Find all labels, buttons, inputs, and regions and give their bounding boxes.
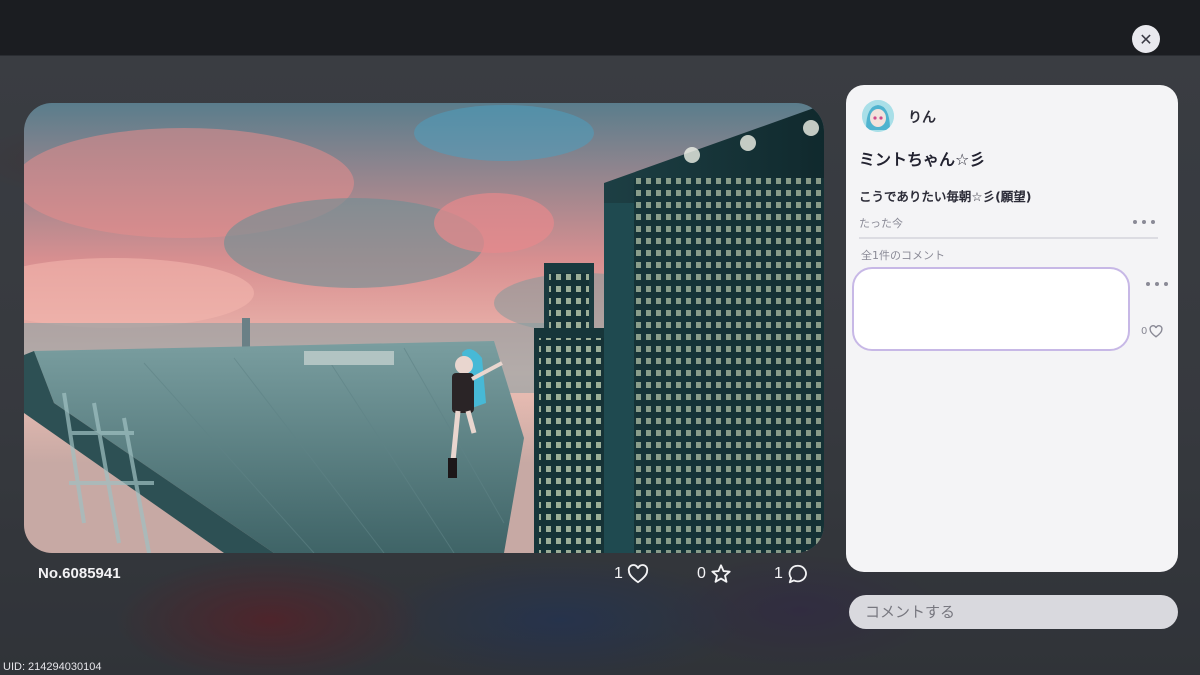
heart-icon bbox=[1149, 325, 1163, 338]
comment-item bbox=[852, 267, 1130, 351]
speech-bubble-icon bbox=[788, 564, 807, 584]
photo-scene bbox=[24, 103, 824, 553]
close-icon: ✕ bbox=[1139, 29, 1153, 49]
like-count: 1 bbox=[614, 565, 623, 582]
comment-input[interactable] bbox=[849, 595, 1178, 629]
star-icon bbox=[711, 564, 731, 583]
avatar[interactable] bbox=[862, 100, 894, 132]
user-name[interactable]: りん bbox=[908, 107, 936, 127]
divider bbox=[859, 237, 1158, 239]
post-timestamp: たった今 bbox=[859, 217, 903, 230]
post-description: こうでありたい毎朝☆彡(願望) bbox=[859, 189, 1032, 204]
photo-number: No.6085941 bbox=[38, 565, 121, 582]
post-detail-panel: りん ミントちゃん☆彡 こうでありたい毎朝☆彡(願望) たった今 全1件のコメン… bbox=[846, 85, 1178, 572]
post-title: ミントちゃん☆彡 bbox=[859, 150, 986, 169]
comment-button[interactable]: 1 bbox=[774, 562, 809, 586]
uid-label: UID: 214294030104 bbox=[3, 661, 102, 673]
favorite-count: 0 bbox=[697, 565, 706, 582]
comment-more-icon[interactable] bbox=[1146, 279, 1168, 289]
like-button[interactable]: 1 bbox=[614, 562, 649, 586]
post-photo[interactable] bbox=[24, 103, 824, 553]
close-button[interactable]: ✕ bbox=[1132, 25, 1160, 53]
comment-count: 1 bbox=[774, 565, 783, 582]
avatar-image bbox=[862, 100, 894, 132]
comment-like-button[interactable]: 0 bbox=[1141, 325, 1163, 338]
post-more-icon[interactable] bbox=[1133, 217, 1155, 227]
comment-count-label: 全1件のコメント bbox=[861, 249, 945, 262]
heart-icon bbox=[627, 564, 649, 584]
favorite-button[interactable]: 0 bbox=[697, 562, 732, 586]
comment-like-count: 0 bbox=[1141, 326, 1148, 337]
